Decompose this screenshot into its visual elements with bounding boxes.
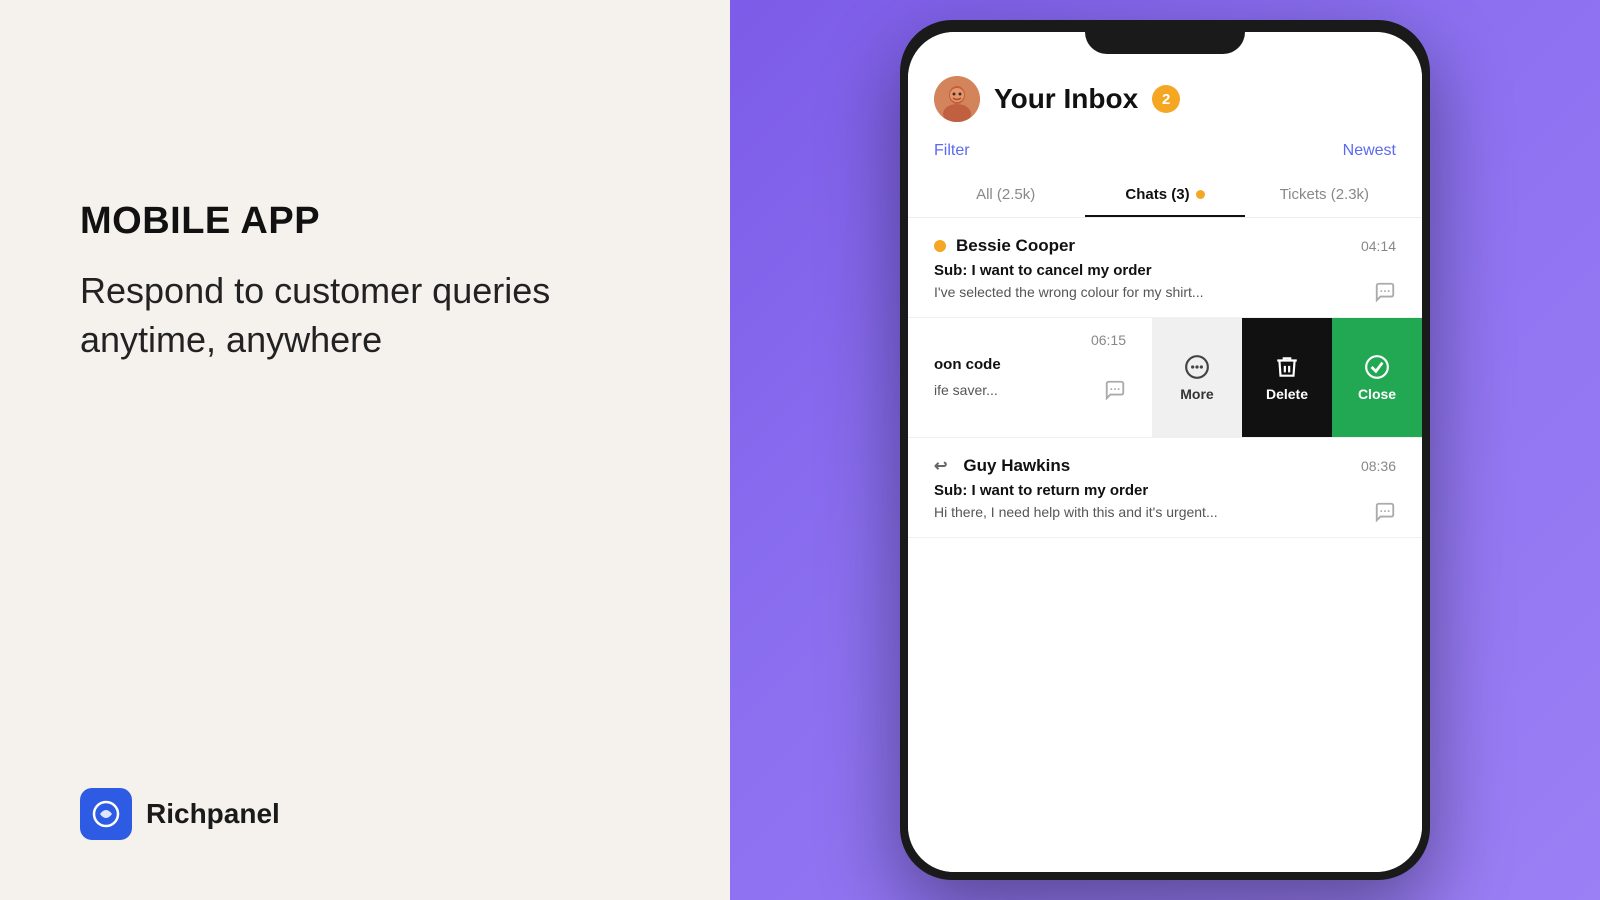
phone-frame: Your Inbox 2 Filter Newest All (2.5k): [900, 20, 1430, 880]
more-icon: [1184, 354, 1210, 380]
chat-icon-bessie: [1374, 281, 1396, 303]
tagline-line1: Respond to customer queries: [80, 270, 550, 311]
conversation-item-guy[interactable]: ↩ Guy Hawkins 08:36 Sub: I want to retur…: [908, 438, 1422, 538]
convo-time-bessie: 04:14: [1361, 238, 1396, 254]
swipe-preview: ife saver...: [934, 382, 998, 398]
convo-header-bessie: Bessie Cooper 04:14: [934, 236, 1396, 256]
convo-time-guy: 08:36: [1361, 458, 1396, 474]
filter-button[interactable]: Filter: [934, 142, 970, 160]
swipe-actions: More Delete: [1152, 318, 1422, 437]
phone-screen: Your Inbox 2 Filter Newest All (2.5k): [908, 32, 1422, 872]
screen-content: Your Inbox 2 Filter Newest All (2.5k): [908, 32, 1422, 872]
online-indicator: [934, 240, 946, 252]
inbox-title: Your Inbox: [994, 83, 1138, 115]
chat-icon-guy: [1374, 501, 1396, 523]
swipe-preview-row: ife saver...: [934, 379, 1126, 401]
convo-preview-bessie: I've selected the wrong colour for my sh…: [934, 284, 1374, 300]
phone-notch: [1085, 20, 1245, 54]
convo-subject-guy: Sub: I want to return my order: [934, 482, 1396, 499]
tab-all[interactable]: All (2.5k): [926, 174, 1085, 217]
swipe-area: 06:15 oon code ife saver...: [908, 318, 1422, 438]
tabs-row: All (2.5k) Chats (3) Tickets (2.3k): [908, 174, 1422, 218]
right-panel: Your Inbox 2 Filter Newest All (2.5k): [730, 0, 1600, 900]
richpanel-logo-icon: [80, 788, 132, 840]
tab-all-label: All (2.5k): [976, 186, 1035, 203]
convo-preview-row-bessie: I've selected the wrong colour for my sh…: [934, 281, 1396, 303]
tab-chats-dot: [1196, 190, 1205, 199]
convo-preview-row-guy: Hi there, I need help with this and it's…: [934, 501, 1396, 523]
action-more-label: More: [1180, 386, 1213, 402]
tagline-line2: anytime, anywhere: [80, 319, 382, 360]
convo-preview-guy: Hi there, I need help with this and it's…: [934, 504, 1374, 520]
conversation-item-bessie[interactable]: Bessie Cooper 04:14 Sub: I want to cance…: [908, 218, 1422, 318]
convo-name-bessie: Bessie Cooper: [934, 236, 1075, 256]
phone-mockup: Your Inbox 2 Filter Newest All (2.5k): [900, 20, 1430, 880]
tab-tickets-label: Tickets (2.3k): [1280, 186, 1369, 203]
richpanel-icon-svg: [90, 798, 122, 830]
tab-tickets[interactable]: Tickets (2.3k): [1245, 174, 1404, 217]
reply-arrow-icon: ↩: [934, 456, 947, 476]
chat-icon-swipe: [1104, 379, 1126, 401]
convo-header-guy: ↩ Guy Hawkins 08:36: [934, 456, 1396, 476]
action-close-label: Close: [1358, 386, 1396, 402]
action-more-button[interactable]: More: [1152, 318, 1242, 437]
swipe-time: 06:15: [934, 332, 1126, 348]
tagline: Respond to customer queries anytime, any…: [80, 267, 650, 364]
delete-icon: [1274, 354, 1300, 380]
tab-chats[interactable]: Chats (3): [1085, 174, 1244, 217]
page-title: MOBILE APP: [80, 200, 650, 243]
tab-chats-label: Chats (3): [1125, 186, 1189, 203]
logo-area: Richpanel: [80, 788, 650, 840]
convo-subject-bessie: Sub: I want to cancel my order: [934, 262, 1396, 279]
filter-row: Filter Newest: [908, 138, 1422, 174]
action-delete-button[interactable]: Delete: [1242, 318, 1332, 437]
left-content: MOBILE APP Respond to customer queries a…: [80, 200, 650, 364]
left-panel: MOBILE APP Respond to customer queries a…: [0, 0, 730, 900]
convo-name-guy: ↩ Guy Hawkins: [934, 456, 1070, 476]
action-delete-label: Delete: [1266, 386, 1308, 402]
action-close-button[interactable]: Close: [1332, 318, 1422, 437]
swipe-left-content: 06:15 oon code ife saver...: [908, 318, 1152, 437]
avatar-image: [934, 76, 980, 122]
avatar: [934, 76, 980, 122]
avatar-svg: [934, 76, 980, 122]
swipe-subject: oon code: [934, 356, 1126, 373]
richpanel-logo-text: Richpanel: [146, 798, 280, 830]
close-check-icon: [1364, 354, 1390, 380]
sort-button[interactable]: Newest: [1343, 142, 1396, 160]
inbox-badge: 2: [1152, 85, 1180, 113]
